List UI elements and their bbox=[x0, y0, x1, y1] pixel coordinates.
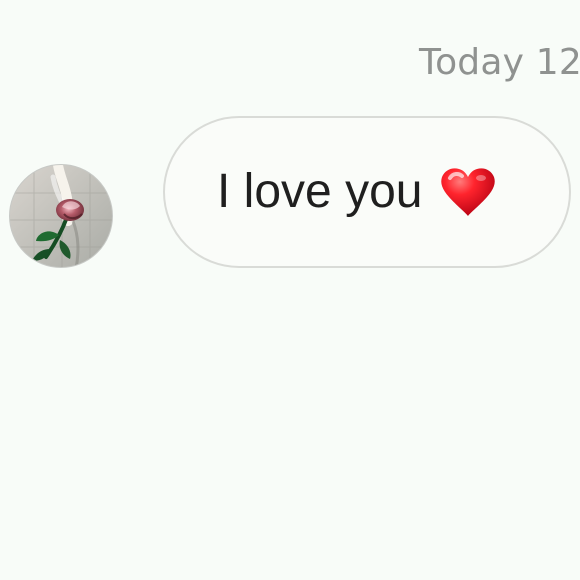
message-text: I love you bbox=[217, 165, 423, 218]
chat-screen: Today 12 I love you bbox=[0, 0, 580, 580]
message-bubble[interactable]: I love you bbox=[163, 116, 571, 268]
incoming-message-row: I love you bbox=[0, 116, 580, 270]
rose-avatar-icon bbox=[10, 165, 112, 267]
contact-avatar[interactable] bbox=[9, 164, 113, 268]
message-timestamp: Today 12 bbox=[419, 42, 580, 83]
red-heart-icon bbox=[441, 168, 496, 216]
